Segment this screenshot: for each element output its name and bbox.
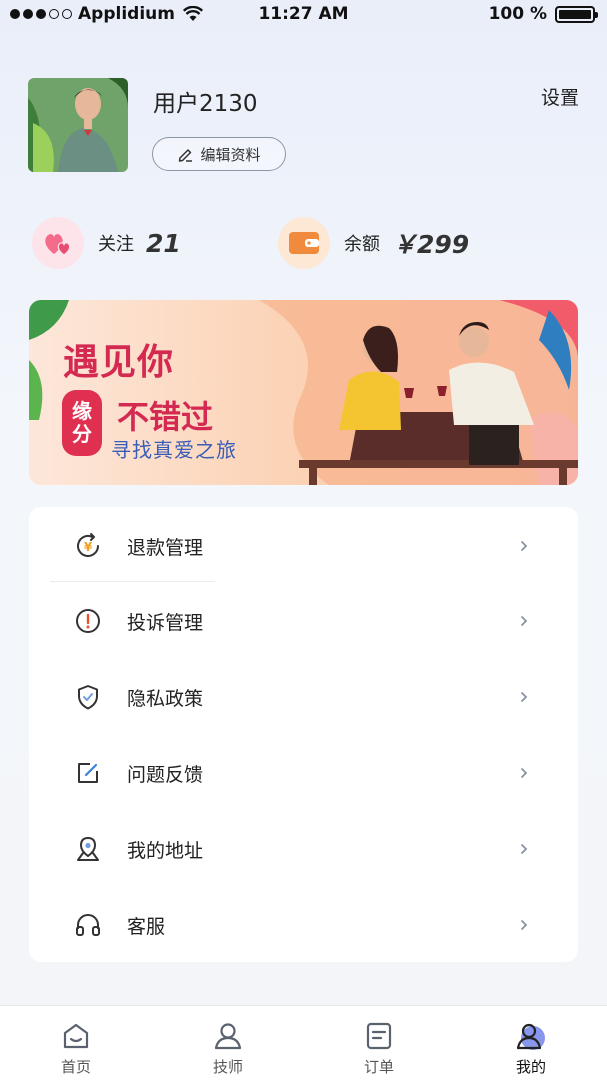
follow-count: 21: [146, 228, 181, 258]
chevron-right-icon: [521, 768, 528, 778]
battery-icon: [555, 5, 598, 23]
menu-item-customer-service[interactable]: 客服: [29, 887, 578, 963]
follow-stat[interactable]: 关注 21: [32, 216, 181, 270]
menu-item-feedback[interactable]: 问题反馈: [29, 735, 578, 811]
banner-fate-char-1: 缘: [72, 399, 92, 423]
username: 用户2130: [153, 91, 258, 117]
menu-item-address[interactable]: 我的地址: [29, 811, 578, 887]
menu-divider: [50, 581, 215, 582]
chevron-right-icon: [521, 692, 528, 702]
promo-banner[interactable]: 遇见你 缘 分 不错过 寻找真爱之旅: [29, 300, 578, 485]
menu-label-address: 我的地址: [127, 839, 204, 862]
banner-fate-badge: 缘 分: [62, 390, 102, 456]
edit-feedback-icon: [73, 758, 103, 788]
chevron-right-icon: [521, 616, 528, 626]
menu-item-privacy[interactable]: 隐私政策: [29, 659, 578, 735]
tab-home[interactable]: 首页: [16, 1006, 136, 1080]
wallet-icon: [278, 217, 330, 269]
banner-title: 遇见你: [63, 341, 175, 383]
location-icon: [73, 834, 103, 864]
balance-stat[interactable]: 余额 ￥299: [278, 216, 469, 270]
menu-item-refund[interactable]: ¥ 退款管理: [29, 508, 578, 584]
follow-label: 关注: [98, 234, 134, 255]
my-profile-icon: [516, 1023, 545, 1050]
chevron-right-icon: [521, 844, 528, 854]
chevron-right-icon: [521, 541, 528, 551]
tab-orders-label: 订单: [363, 1058, 394, 1076]
menu-label-feedback: 问题反馈: [127, 763, 204, 786]
complaint-icon: [73, 606, 103, 636]
menu-item-complaint[interactable]: 投诉管理: [29, 583, 578, 659]
banner-fate-char-2: 分: [72, 422, 92, 446]
settings-link[interactable]: 设置: [541, 83, 579, 110]
menu-label-complaint: 投诉管理: [127, 611, 204, 634]
order-icon: [366, 1022, 392, 1050]
chevron-right-icon: [521, 920, 528, 930]
battery-group: 100 %: [488, 4, 598, 24]
edit-profile-button[interactable]: 编辑资料: [152, 137, 286, 171]
tab-my-profile[interactable]: 我的: [471, 1006, 591, 1080]
tab-technician[interactable]: 技师: [168, 1006, 288, 1080]
tab-my-profile-label: 我的: [515, 1058, 546, 1076]
headset-icon: [73, 910, 103, 940]
svg-text:¥: ¥: [84, 540, 93, 554]
menu-label-customer-service: 客服: [127, 915, 166, 938]
home-icon: [63, 1023, 89, 1049]
balance-label: 余额: [344, 234, 380, 255]
edit-profile-label: 编辑资料: [200, 145, 261, 164]
status-bar: Applidium 11:27 AM 100 %: [0, 0, 607, 30]
pencil-icon: [179, 148, 193, 162]
tab-orders[interactable]: 订单: [319, 1006, 439, 1080]
menu-label-refund: 退款管理: [127, 536, 204, 559]
tab-technician-label: 技师: [212, 1058, 243, 1076]
menu-label-privacy: 隐私政策: [127, 687, 204, 710]
banner-subtitle: 不错过: [117, 398, 214, 436]
tab-home-label: 首页: [60, 1058, 91, 1076]
menu-card: ¥ 退款管理 投诉管理 隐私政策 问题反馈 我的地址 客服: [29, 507, 578, 962]
bottom-tab-bar: 首页 技师 订单 我的: [0, 1005, 607, 1080]
avatar-illustration: [28, 78, 128, 172]
banner-tagline: 寻找真爱之旅: [111, 438, 237, 462]
refund-icon: ¥: [73, 531, 103, 561]
battery-percent: 100 %: [488, 4, 547, 24]
balance-amount: ￥299: [392, 230, 470, 259]
shield-icon: [73, 682, 103, 712]
heart-icon: [32, 217, 84, 269]
person-icon: [214, 1023, 242, 1050]
avatar[interactable]: [28, 78, 128, 172]
